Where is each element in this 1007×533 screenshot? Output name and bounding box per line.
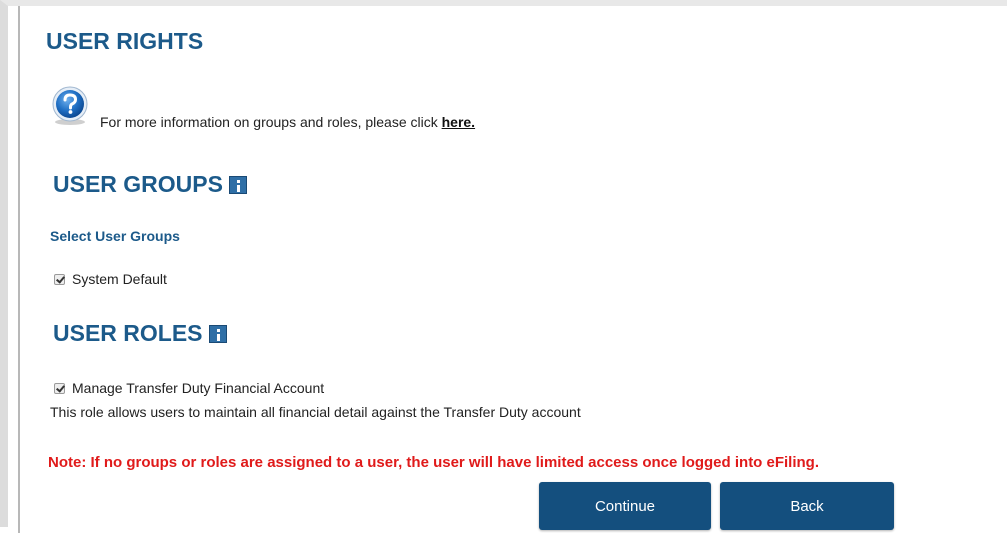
info-icon[interactable] — [228, 175, 247, 194]
user-groups-heading: USER GROUPS — [53, 171, 247, 198]
system-default-checkbox[interactable] — [54, 273, 65, 285]
question-circle-icon — [52, 86, 88, 125]
limited-access-note: Note: If no groups or roles are assigned… — [48, 454, 820, 471]
help-info-text: For more information on groups and roles… — [100, 114, 475, 130]
window-frame: USER RIGHTS For more information on grou… — [0, 0, 1007, 533]
group-item-label: System Default — [72, 271, 167, 287]
continue-button[interactable]: Continue — [539, 482, 711, 530]
group-item-system-default[interactable]: System Default — [54, 271, 167, 287]
user-groups-heading-text: USER GROUPS — [53, 171, 223, 197]
role-item-description: This role allows users to maintain all f… — [50, 404, 581, 420]
manage-transfer-duty-checkbox[interactable] — [54, 382, 65, 394]
info-icon[interactable] — [208, 324, 227, 343]
help-here-link[interactable]: here. — [442, 114, 475, 130]
role-item-manage-transfer-duty[interactable]: Manage Transfer Duty Financial Account — [54, 380, 324, 396]
user-roles-heading-text: USER ROLES — [53, 320, 203, 346]
role-item-label: Manage Transfer Duty Financial Account — [72, 380, 325, 396]
back-button[interactable]: Back — [720, 482, 894, 530]
user-roles-heading: USER ROLES — [53, 320, 227, 347]
page-title: USER RIGHTS — [46, 28, 204, 54]
select-user-groups-label: Select User Groups — [50, 228, 180, 244]
content-panel: USER RIGHTS For more information on grou… — [18, 6, 1007, 533]
help-info-prefix: For more information on groups and roles… — [100, 114, 442, 130]
